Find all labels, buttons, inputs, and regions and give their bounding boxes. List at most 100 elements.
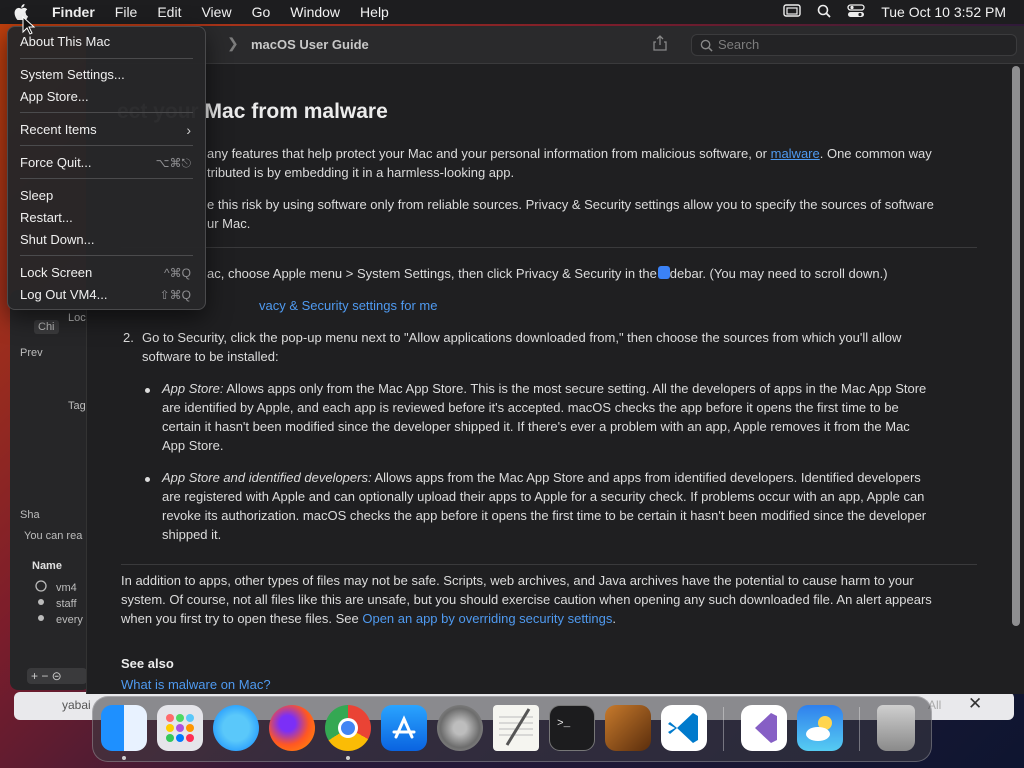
divider xyxy=(121,564,977,565)
menu-separator xyxy=(20,255,193,256)
menu-view[interactable]: View xyxy=(191,0,241,24)
firefox-icon[interactable] xyxy=(269,705,315,751)
bullet-2-title: App Store and identified developers: xyxy=(162,470,372,485)
garageband-icon[interactable] xyxy=(605,705,651,751)
menu-app-name[interactable]: Finder xyxy=(42,0,105,24)
paragraph-3-line-3: when you first try to open these files. … xyxy=(121,611,616,626)
scroll-thumb[interactable] xyxy=(1012,66,1020,626)
menu-separator xyxy=(20,178,193,179)
visual-studio-icon[interactable] xyxy=(741,705,787,751)
finder-icon[interactable] xyxy=(101,705,147,751)
menu-file[interactable]: File xyxy=(105,0,148,24)
paragraph-3-line-2: system. Of course, not all files like th… xyxy=(121,592,932,607)
bullet xyxy=(145,477,150,482)
menu-item-system-settings[interactable]: System Settings... xyxy=(20,65,195,85)
menu-item-label: Sleep xyxy=(20,188,54,203)
intro-2a: e this risk by using software only from … xyxy=(207,197,934,212)
bullet-1-line-3: certain it hasn't been modified since th… xyxy=(162,419,910,434)
malware-link[interactable]: malware xyxy=(771,146,820,161)
menu-item-label: Lock Screen xyxy=(20,265,93,280)
safari-icon[interactable] xyxy=(213,705,259,751)
menu-window[interactable]: Window xyxy=(280,0,350,24)
divider xyxy=(121,247,977,248)
what-is-malware-link[interactable]: What is malware on Mac? xyxy=(121,677,271,692)
close-icon[interactable]: ✕ xyxy=(968,694,982,714)
bullet-2-line-2: are registered with Apple and can option… xyxy=(162,489,925,504)
menu-separator xyxy=(20,58,193,59)
step-2-line-1: Go to Security, click the pop-up menu ne… xyxy=(142,330,902,345)
menu-item-label: Shut Down... xyxy=(20,232,95,247)
menu-item-lock-screen[interactable]: Lock Screen ^⌘Q xyxy=(20,263,195,283)
bottom-tab-yabai[interactable]: yabai xyxy=(62,698,91,712)
bullet-1-line-2: are identified by Apple, and each app is… xyxy=(162,400,899,415)
menu-item-force-quit[interactable]: Force Quit... ⌥⌘⎋ xyxy=(20,153,195,173)
menu-item-log-out[interactable]: Log Out VM4... ⇧⌘Q xyxy=(20,285,195,305)
see-also-heading: See also xyxy=(121,656,174,671)
app-store-icon[interactable] xyxy=(381,705,427,751)
intro-1b: . One common way xyxy=(819,146,932,161)
intro-2b: ur Mac. xyxy=(207,216,251,231)
shortcut-log-out: ⇧⌘Q xyxy=(159,288,191,302)
shortcut-force-quit: ⌥⌘⎋ xyxy=(155,156,191,170)
spotlight-search-icon[interactable] xyxy=(817,4,831,21)
screen-mirroring-icon[interactable] xyxy=(783,3,801,21)
menu-separator xyxy=(20,112,193,113)
shortcut-lock-screen: ^⌘Q xyxy=(164,266,191,280)
menu-item-sleep[interactable]: Sleep xyxy=(20,186,195,206)
trash-icon[interactable] xyxy=(877,705,915,751)
chrome-icon[interactable] xyxy=(325,705,371,751)
bg-label-prev: Prev xyxy=(20,347,43,359)
menu-item-label: System Settings... xyxy=(20,67,125,82)
paragraph-3-line-1: In addition to apps, other types of file… xyxy=(121,573,914,588)
control-center-icon[interactable] xyxy=(847,3,865,21)
vscode-icon[interactable] xyxy=(661,705,707,751)
dock-separator xyxy=(723,707,724,751)
textedit-icon[interactable] xyxy=(493,705,539,751)
menu-go[interactable]: Go xyxy=(242,0,281,24)
bg-label-you-can-read: You can rea xyxy=(24,530,83,542)
bg-label-vm4: vm4 xyxy=(56,582,77,594)
system-settings-icon[interactable] xyxy=(437,705,483,751)
intro-1a: any features that help protect your Mac … xyxy=(207,146,771,161)
menu-edit[interactable]: Edit xyxy=(147,0,191,24)
chevron-right-icon: › xyxy=(186,122,191,138)
bg-label-sha: Sha xyxy=(20,509,40,521)
override-security-link[interactable]: Open an app by overriding security setti… xyxy=(362,611,612,626)
step-1-text: ac, choose Apple menu > System Settings,… xyxy=(207,266,888,281)
menu-clock[interactable]: Tue Oct 10 3:52 PM xyxy=(881,4,1006,20)
help-scrollbar[interactable] xyxy=(1012,66,1020,666)
step-2-number: 2. xyxy=(123,330,134,345)
menu-item-label: Log Out VM4... xyxy=(20,287,108,302)
bg-label-staff: staff xyxy=(56,598,77,610)
bg-user-icons xyxy=(35,580,47,621)
menu-help[interactable]: Help xyxy=(350,0,399,24)
menu-item-recent-items[interactable]: Recent Items › xyxy=(20,120,195,140)
bullet-2-line-1: App Store and identified developers: All… xyxy=(162,470,921,485)
dock: >_ xyxy=(92,696,932,762)
menu-item-label: Recent Items xyxy=(20,122,97,137)
menu-item-label: Restart... xyxy=(20,210,73,225)
menu-item-app-store[interactable]: App Store... xyxy=(20,87,195,107)
bullet-2-text: Allows apps from the Mac App Store and a… xyxy=(371,470,921,485)
bullet-2-line-3: revoke its authorization. macOS checks t… xyxy=(162,508,927,523)
bullet-2-line-4: shipped it. xyxy=(162,527,222,542)
bg-add-remove-buttons[interactable]: + − ⊝ xyxy=(27,668,87,684)
svg-text:>_: >_ xyxy=(557,718,571,730)
running-indicator xyxy=(122,756,126,760)
bullet-1-text: Allows apps only from the Mac App Store.… xyxy=(223,381,927,396)
bg-label-chi: Chi xyxy=(34,320,59,334)
intro-paragraph-1: any features that help protect your Mac … xyxy=(207,146,932,161)
menu-item-shut-down[interactable]: Shut Down... xyxy=(20,230,195,250)
launchpad-icon[interactable] xyxy=(157,705,203,751)
menu-item-label: Force Quit... xyxy=(20,155,92,170)
dock-separator xyxy=(859,707,860,751)
menu-item-restart[interactable]: Restart... xyxy=(20,208,195,228)
open-privacy-settings-link[interactable]: vacy & Security settings for me xyxy=(259,298,437,313)
running-indicator xyxy=(346,756,350,760)
terminal-icon[interactable]: >_ xyxy=(549,705,595,751)
help-viewer-window: ❯ macOS User Guide Search ect your Mac f… xyxy=(86,26,1024,694)
bullet-1-line-4: App Store. xyxy=(162,438,224,453)
menu-item-about-this-mac[interactable]: About This Mac xyxy=(20,32,195,52)
weather-icon[interactable] xyxy=(797,705,843,751)
p3-period: . xyxy=(612,611,617,626)
